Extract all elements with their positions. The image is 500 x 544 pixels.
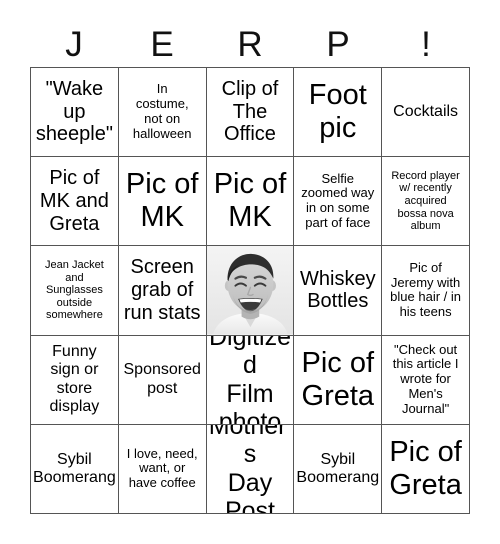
bingo-cell-label: Digitized Film photo xyxy=(209,335,291,425)
bingo-cell-label: Pic of Greta xyxy=(301,346,375,412)
bingo-cell[interactable]: Clip of The Office xyxy=(206,68,295,158)
bingo-cell-label: Pic of MK xyxy=(125,168,199,234)
bingo-cell[interactable]: In costume, not on halloween xyxy=(118,68,207,158)
bingo-cell-label: Pic of MK xyxy=(213,168,287,234)
bingo-cell-label: Clip of The Office xyxy=(221,77,279,146)
bingo-cell-label: Foot pic xyxy=(308,79,367,145)
bingo-cell-label: "Check out this article I wrote for Men'… xyxy=(392,341,459,416)
bingo-cell-label: Funny sign or store display xyxy=(49,343,100,415)
bingo-header-letter: P xyxy=(326,25,350,64)
bingo-cell[interactable]: Pic of MK xyxy=(206,157,295,247)
bingo-cell[interactable]: Record player w/ recently acquired bossa… xyxy=(382,157,470,247)
bingo-cell[interactable]: Digitized Film photo xyxy=(206,335,295,425)
bingo-grid: "Wake up sheeple" In costume, not on hall… xyxy=(30,67,470,514)
bingo-header-letter: E xyxy=(150,25,174,64)
bingo-cell[interactable]: Pic of Greta xyxy=(294,335,383,425)
bingo-cell[interactable]: Jean Jacket and Sunglasses outside somew… xyxy=(31,246,119,336)
bingo-cell-label: Pic of Greta xyxy=(389,435,462,501)
bingo-cell-label: Jean Jacket and Sunglasses outside somew… xyxy=(45,259,104,322)
bingo-cell-label: Pic of Jeremy with blue hair / in his te… xyxy=(390,259,461,320)
bingo-cell-label: Pic of MK and Greta xyxy=(39,167,109,235)
bingo-cell-label: I love, need, want, or have coffee xyxy=(126,445,198,491)
bingo-header-letter: ! xyxy=(421,25,431,64)
bingo-header-letter: R xyxy=(237,25,263,64)
bingo-cell[interactable]: Pic of Jeremy with blue hair / in his te… xyxy=(382,246,470,336)
portrait-photo-icon xyxy=(206,246,294,335)
bingo-cell[interactable]: Cocktails xyxy=(382,68,470,158)
bingo-cell[interactable]: I love, need, want, or have coffee xyxy=(118,424,207,514)
bingo-cell-label: Mother's Day Post xyxy=(208,424,292,514)
bingo-cell-label: In costume, not on halloween xyxy=(132,81,192,141)
bingo-cell[interactable]: Pic of MK xyxy=(118,157,207,247)
bingo-cell-label: Whiskey Bottles xyxy=(300,267,376,313)
bingo-cell[interactable]: Pic of Greta xyxy=(382,424,470,514)
bingo-cell-label: Sybil Boomerang xyxy=(296,450,380,486)
bingo-cell-label: Selfie zoomed way in on some part of fac… xyxy=(301,170,375,231)
bingo-cell[interactable]: "Check out this article I wrote for Men'… xyxy=(382,335,470,425)
bingo-cell[interactable]: Funny sign or store display xyxy=(31,335,119,425)
bingo-header-letter: J xyxy=(65,25,83,64)
bingo-cell[interactable]: Pic of MK and Greta xyxy=(31,157,119,247)
bingo-cell[interactable]: Whiskey Bottles xyxy=(294,246,383,336)
bingo-cell[interactable]: Screen grab of run stats xyxy=(118,246,207,336)
bingo-cell[interactable]: Sybil Boomerang xyxy=(31,424,119,514)
bingo-cell[interactable]: Sponsored post xyxy=(118,335,207,425)
bingo-cell-photo[interactable] xyxy=(206,246,295,336)
bingo-cell-label: Sybil Boomerang xyxy=(33,450,116,486)
bingo-header: J E R P! xyxy=(30,24,470,66)
bingo-cell-label: Screen grab of run stats xyxy=(123,256,201,324)
bingo-cell[interactable]: Mother's Day Post xyxy=(206,424,295,514)
bingo-cell-label: Cocktails xyxy=(393,102,459,120)
bingo-cell-label: "Wake up sheeple" xyxy=(35,77,113,146)
bingo-cell[interactable]: Selfie zoomed way in on some part of fac… xyxy=(294,157,383,247)
bingo-cell[interactable]: Sybil Boomerang xyxy=(294,424,383,514)
bingo-card: J E R P! "Wake up sheeple" In costume, not o… xyxy=(0,0,500,544)
bingo-cell[interactable]: Foot pic xyxy=(294,68,383,158)
bingo-cell[interactable]: "Wake up sheeple" xyxy=(31,68,119,158)
bingo-cell-label: Record player w/ recently acquired bossa… xyxy=(391,169,460,233)
bingo-cell-label: Sponsored post xyxy=(123,361,201,397)
